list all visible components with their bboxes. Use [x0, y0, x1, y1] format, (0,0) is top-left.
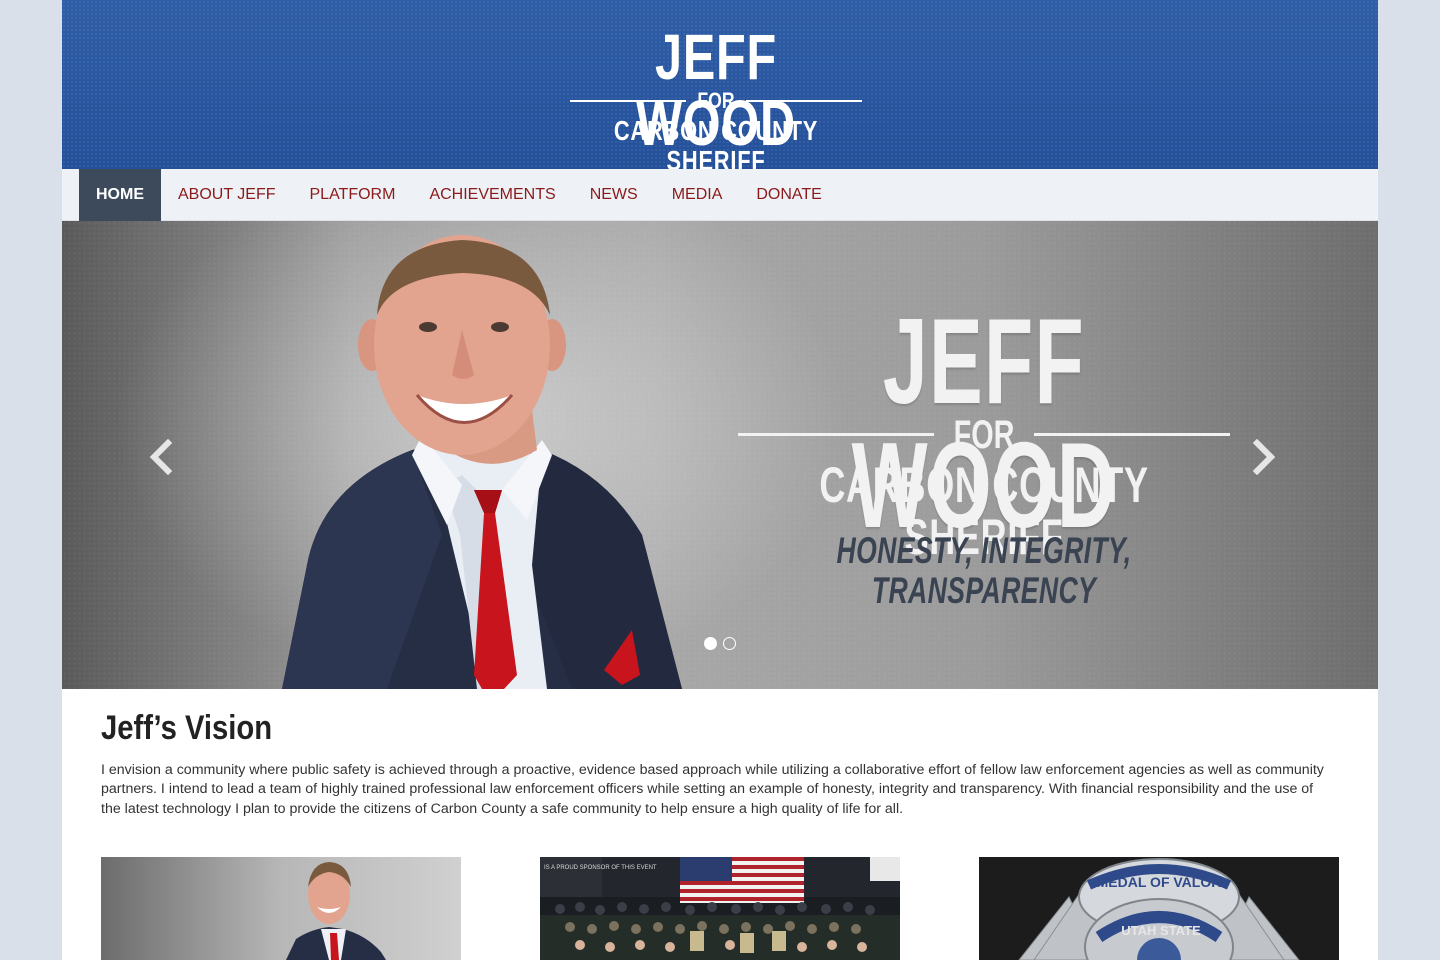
main-nav: HOME ABOUT JEFF PLATFORM ACHIEVEMENTS NE… — [62, 169, 1378, 221]
thumbnail-medal-of-valor[interactable]: MEDAL OF VALOR UTAH STATE — [979, 857, 1339, 960]
banner-text: IS A PROUD SPONSOR OF THIS EVENT — [544, 865, 657, 871]
nav-item-donate[interactable]: DONATE — [739, 169, 838, 221]
chevron-right-icon — [1252, 438, 1276, 476]
site-header: JEFF WOOD FOR CARBON COUNTY SHERIFF — [62, 0, 1378, 176]
nav-item-home[interactable]: HOME — [79, 169, 161, 221]
hero-for-row: FOR — [738, 415, 1230, 455]
vision-heading: Jeff’s Vision — [101, 709, 273, 747]
vision-paragraph: I envision a community where public safe… — [101, 762, 1324, 817]
nav-item-achievements[interactable]: ACHIEVEMENTS — [412, 169, 572, 221]
badge-state-text: UTAH STATE — [1121, 923, 1201, 938]
thumbnail-portrait[interactable] — [101, 857, 461, 960]
page: JEFF WOOD FOR CARBON COUNTY SHERIFF HOME… — [62, 0, 1378, 960]
nav-list: HOME ABOUT JEFF PLATFORM ACHIEVEMENTS NE… — [79, 169, 839, 221]
logo-subtitle: CARBON COUNTY SHERIFF — [613, 115, 819, 176]
hero-title-block: JEFF WOOD FOR CARBON COUNTY SHERIFF HONE… — [738, 299, 1230, 611]
carousel-dot-1[interactable] — [704, 637, 717, 650]
carousel-indicators — [704, 637, 736, 651]
nav-item-platform[interactable]: PLATFORM — [293, 169, 413, 221]
nav-item-news[interactable]: NEWS — [573, 169, 655, 221]
group-photo-image: IS A PROUD SPONSOR OF THIS EVENT — [540, 857, 900, 960]
logo-for-row: FOR — [570, 90, 862, 112]
carousel-prev-button[interactable] — [146, 438, 176, 476]
logo-divider-right — [746, 100, 862, 102]
thumbnail-group-photo[interactable]: IS A PROUD SPONSOR OF THIS EVENT — [540, 857, 900, 960]
carousel-dot-2[interactable] — [723, 637, 736, 650]
hero-carousel: JEFF WOOD FOR CARBON COUNTY SHERIFF HONE… — [62, 221, 1378, 689]
hero-divider-right — [1034, 433, 1230, 436]
nav-item-about-jeff[interactable]: ABOUT JEFF — [161, 169, 293, 221]
carousel-next-button[interactable] — [1249, 438, 1279, 476]
hero-tagline: HONESTY, INTEGRITY, TRANSPARENCY — [836, 530, 1132, 611]
portrait-image — [101, 857, 461, 960]
badge-image: MEDAL OF VALOR UTAH STATE — [979, 857, 1339, 960]
chevron-left-icon — [149, 438, 173, 476]
nav-item-media[interactable]: MEDIA — [655, 169, 740, 221]
badge-medal-text: MEDAL OF VALOR — [1097, 874, 1222, 890]
candidate-photo — [282, 235, 682, 689]
site-logo[interactable]: JEFF WOOD FOR CARBON COUNTY SHERIFF — [570, 24, 862, 176]
